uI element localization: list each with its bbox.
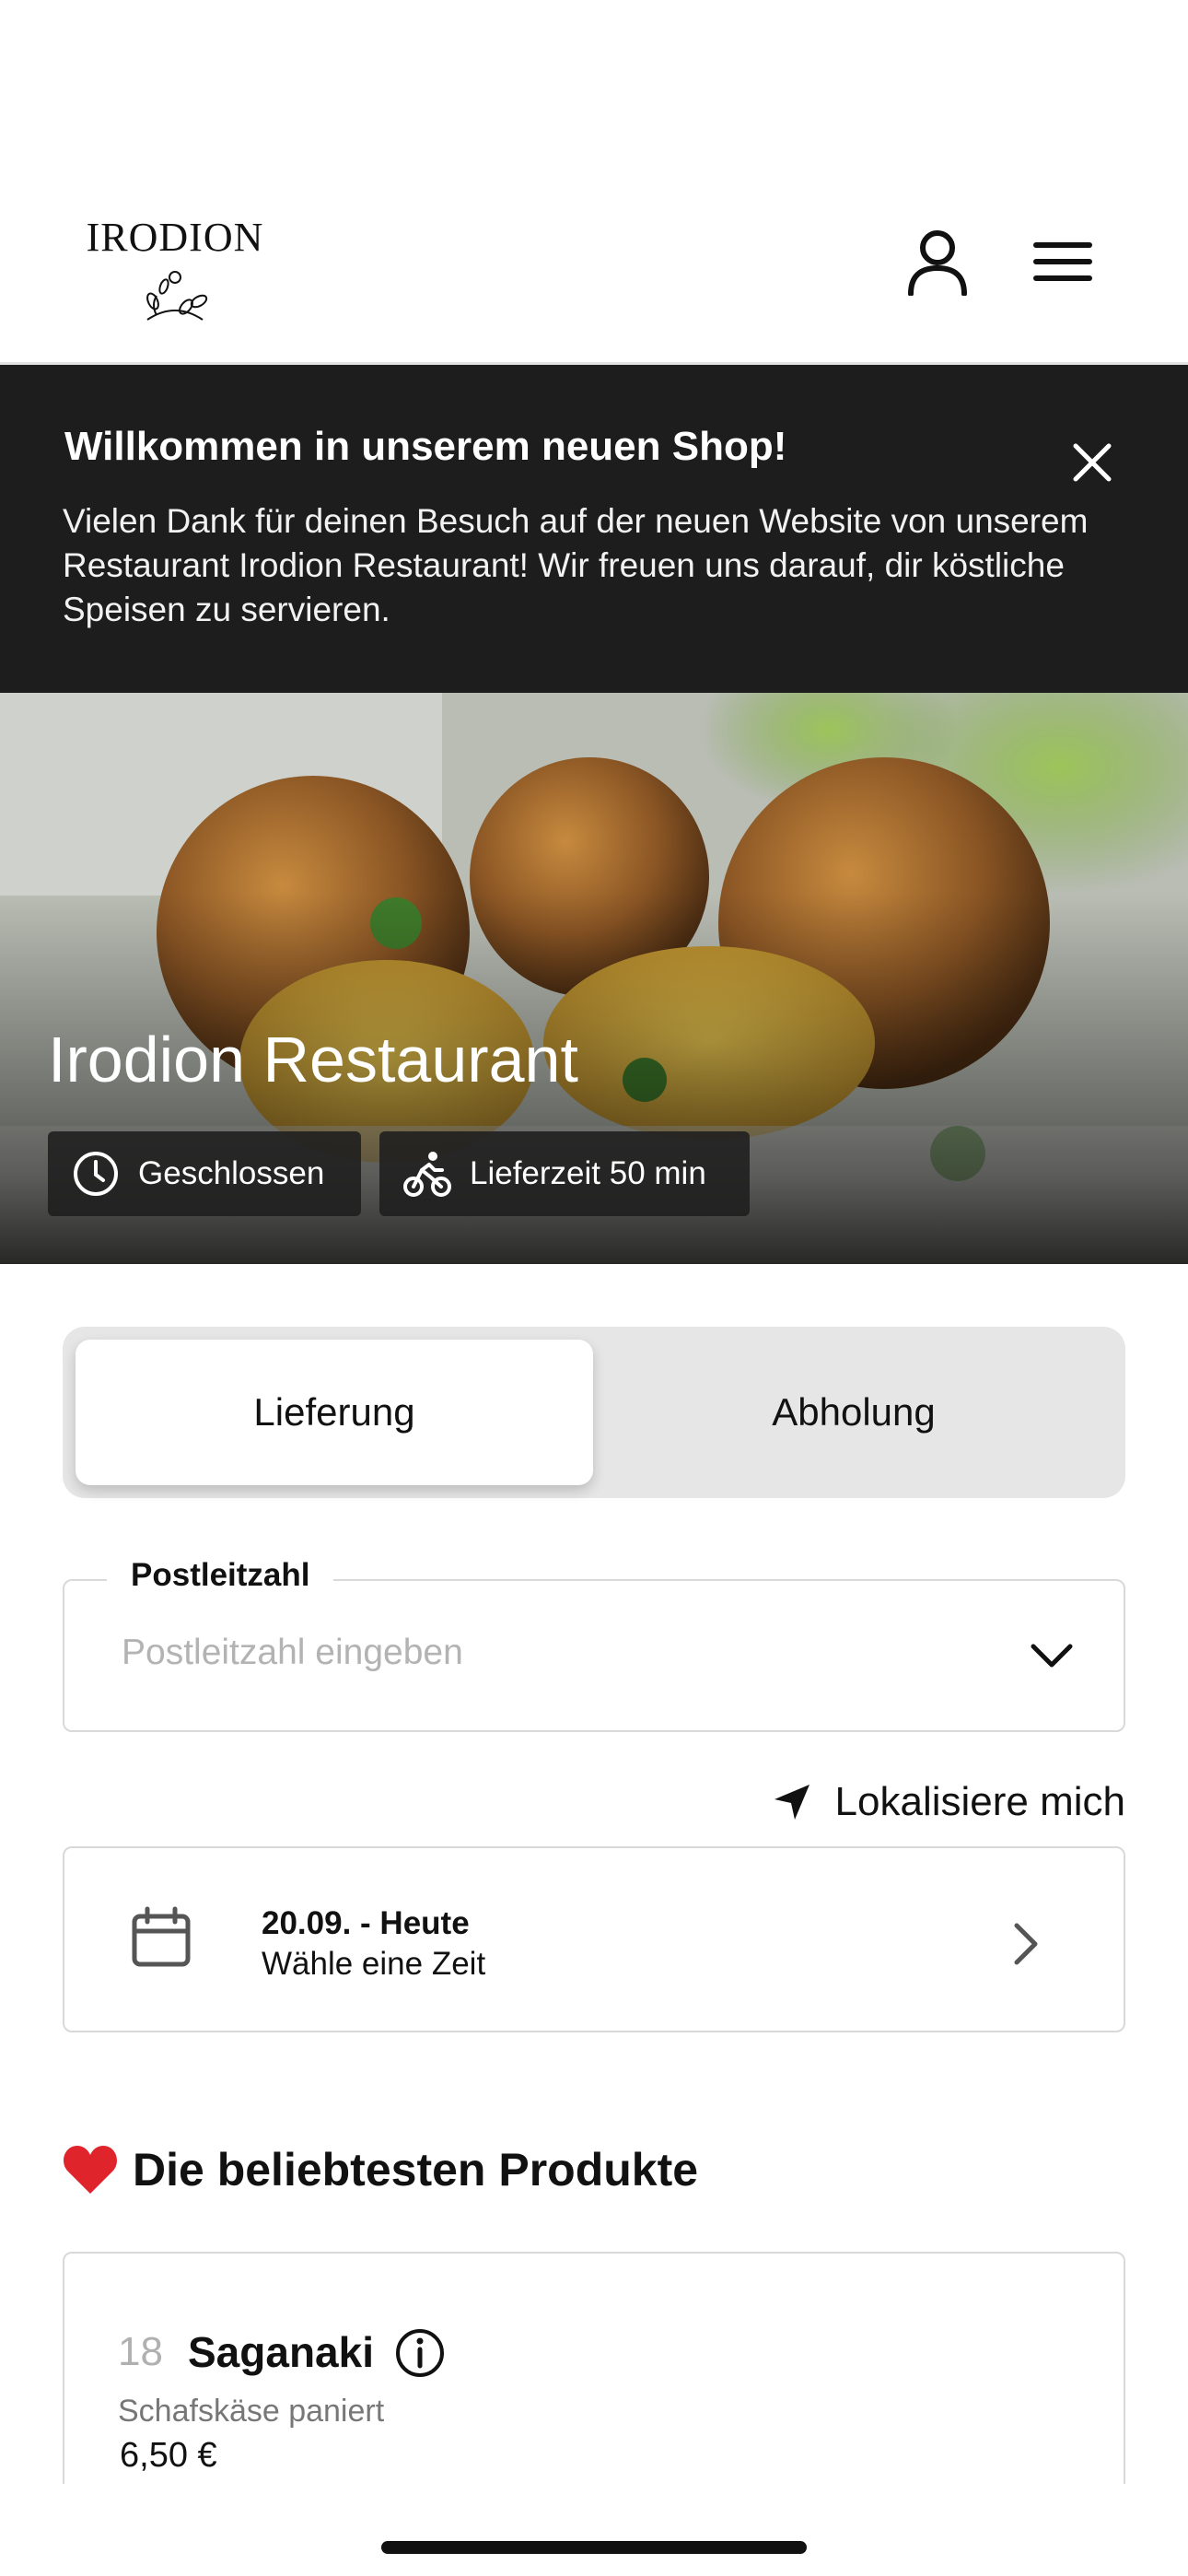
- locate-me-button[interactable]: Lokalisiere mich: [773, 1774, 1125, 1830]
- postal-code-label: Postleitzahl: [107, 1557, 334, 1594]
- popular-products-title: Die beliebtesten Produkte: [133, 2144, 699, 2195]
- product-number: 18: [118, 2329, 163, 2374]
- info-icon[interactable]: [394, 2327, 446, 2379]
- product-price: 6,50 €: [120, 2436, 217, 2475]
- restaurant-name: Irodion Restaurant: [48, 1024, 578, 1095]
- order-mode-toggle: Lieferung Abholung: [63, 1327, 1125, 1498]
- postal-code-input[interactable]: [122, 1633, 950, 1673]
- hamburger-menu-icon[interactable]: [1026, 225, 1100, 299]
- bottom-safe-area: [0, 2484, 1188, 2576]
- popular-products-heading: Die beliebtesten Produkte: [63, 2143, 698, 2196]
- delivery-time-badge: Lieferzeit 50 min: [379, 1131, 750, 1216]
- restaurant-logo[interactable]: IRODION: [66, 214, 284, 332]
- banner-title: Willkommen in unserem neuen Shop!: [64, 424, 787, 469]
- heart-icon: [64, 2146, 117, 2194]
- clock-icon: [74, 1152, 118, 1196]
- postal-code-field[interactable]: Postleitzahl: [63, 1557, 1125, 1732]
- delivery-option[interactable]: Lieferung: [76, 1340, 593, 1485]
- close-icon[interactable]: [1061, 431, 1124, 494]
- site-header: IRODION: [0, 0, 1188, 365]
- wreath-icon: [146, 271, 208, 321]
- product-description: Schafskäse paniert: [118, 2394, 385, 2429]
- delivery-time-text: Lieferzeit 50 min: [470, 1155, 706, 1191]
- pickup-option[interactable]: Abholung: [595, 1340, 1112, 1485]
- opening-status-badge: Geschlossen: [48, 1131, 361, 1216]
- chevron-down-icon[interactable]: [1022, 1627, 1081, 1686]
- date-title: 20.09. - Heute: [262, 1905, 470, 1941]
- hero-image: Irodion Restaurant Geschlossen Lieferzei…: [0, 693, 1188, 1264]
- banner-text: Vielen Dank für deinen Besuch auf der ne…: [63, 502, 1089, 628]
- logo-text: IRODION: [86, 215, 264, 260]
- home-indicator: [381, 2541, 807, 2554]
- chevron-right-icon: [1014, 1923, 1038, 1965]
- location-arrow-icon: [774, 1785, 809, 1820]
- opening-status-text: Geschlossen: [138, 1155, 325, 1191]
- calendar-icon: [132, 1906, 191, 1967]
- delivery-date-selector[interactable]: 20.09. - Heute Wähle eine Zeit: [63, 1846, 1125, 2032]
- bike-courier-icon: [403, 1152, 451, 1197]
- locate-me-label: Lokalisiere mich: [834, 1779, 1125, 1824]
- user-icon[interactable]: [901, 225, 974, 299]
- product-name: Saganaki: [188, 2328, 374, 2376]
- date-subtitle: Wähle eine Zeit: [262, 1946, 486, 1982]
- welcome-banner: Willkommen in unserem neuen Shop! Vielen…: [0, 365, 1188, 693]
